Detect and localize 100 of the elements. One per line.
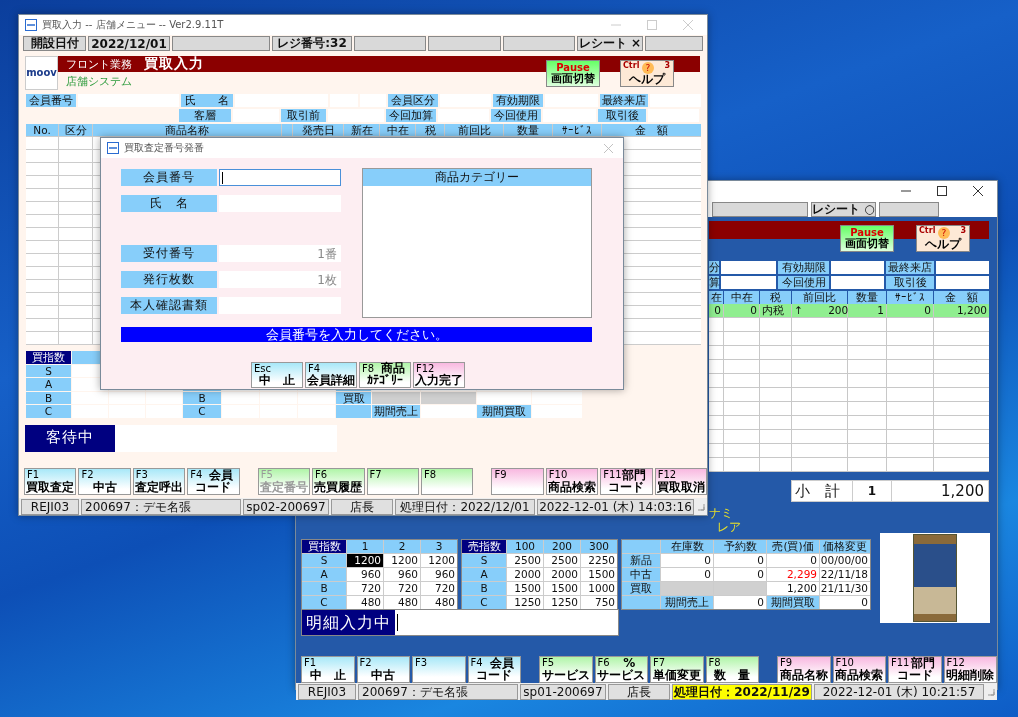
function-key-button[interactable]: F8 [420,467,474,495]
screen-switch-button[interactable]: Pause 画面切替 [840,225,894,252]
row-label [622,596,660,609]
function-key-button[interactable]: F1 中 止 [301,656,355,683]
table-cell [760,416,791,429]
input-field[interactable] [936,261,989,274]
table-cell [760,318,791,331]
column-header: 税 [760,291,791,304]
resize-grip-icon[interactable] [986,687,995,696]
column-header: 税 [416,124,444,136]
function-key-button[interactable]: F1 買取査定 [24,467,77,495]
function-key-button[interactable]: F9 [491,467,544,495]
table-cell [26,137,58,149]
status-bar-field: REJI03 [21,498,79,515]
input-field[interactable] [831,276,884,289]
table-cell [336,405,371,418]
column-header: 中在 [380,124,415,136]
input-field[interactable] [831,261,884,274]
function-key-button[interactable]: F11部門 コード [600,467,653,495]
column-header: 在庫数 [661,540,713,553]
function-key-button[interactable]: F7 [366,467,419,495]
category-list[interactable]: 商品カテゴリー [362,168,592,318]
close-icon[interactable] [973,186,983,196]
column-header: ｻｰﾋﾞｽ [553,124,601,136]
function-key-button[interactable]: F8 数 量 [705,656,759,683]
table-row[interactable]: 0 0 内税 ↑ 200 1 0 1,200 [709,304,989,318]
function-key-button[interactable]: F2 中古 [356,656,410,683]
grade-label: B [302,582,346,595]
function-key-button[interactable]: Esc 中 止 [251,362,303,388]
screen-switch-button[interactable]: Pause 画面切替 [546,60,600,87]
help-button[interactable]: Ctrl 3 ? ヘルプ [916,225,970,252]
table-cell: 2500 [507,554,543,567]
table-cell[interactable]: 960 [384,568,420,581]
status-panel: 開設日付 [23,36,86,51]
field-label: 有効期限 [493,94,543,107]
table-cell[interactable]: 480 [421,596,457,609]
table-cell[interactable]: 720 [347,582,383,595]
field-label: 分 [709,261,719,274]
table-cell[interactable]: 720 [421,582,457,595]
function-key-button[interactable]: F6 売買履歴 [312,467,365,495]
function-key-button[interactable]: F12 買取取消 [654,467,708,495]
table-cell [848,458,886,471]
table-cell [26,163,58,175]
table-cell: 2000 [507,568,543,581]
table-cell[interactable]: 720 [384,582,420,595]
function-key-button[interactable]: F5 サービス [539,656,593,683]
input-field[interactable] [721,276,776,289]
table-cell [887,402,933,415]
table-cell[interactable]: 1200 [384,554,420,567]
table-cell[interactable]: 480 [384,596,420,609]
table-cell [146,405,182,418]
row-label: 買取 [336,391,371,405]
function-key-button[interactable]: F3 査定呼出 [132,467,186,495]
input-field[interactable] [936,276,989,289]
table-cell: 0 [714,554,766,567]
table-cell: 21/11/30 [820,582,870,595]
function-key-button[interactable]: F11部門 コード [888,656,942,683]
function-key-button[interactable]: F2 中古 [78,467,131,495]
subtotal-quantity: 1 [852,481,892,501]
status-panel: レジ番号:32 [272,36,352,51]
column-header: 3 [421,540,457,553]
table-cell[interactable]: 960 [347,568,383,581]
column-header: 1 [347,540,383,553]
table-cell: 0 [820,596,870,609]
input-field[interactable] [721,261,776,274]
table-cell[interactable]: 1200 [421,554,457,567]
table-cell[interactable]: 480 [347,596,383,609]
function-key-button[interactable]: F12 入力完了 [413,362,465,388]
function-key-button[interactable]: F4 会員 コード [467,656,521,683]
field-label: 今回使用 [778,276,829,289]
function-key-button[interactable]: F7 単価変更 [650,656,704,683]
resize-grip-icon[interactable] [696,502,705,511]
table-cell [934,388,989,401]
function-key-button[interactable]: F4 会員 コード [187,467,240,495]
help-button[interactable]: Ctrl 3 ? ヘルプ [620,60,674,87]
table-cell [792,402,847,415]
input-field[interactable] [219,169,341,186]
function-key-button[interactable]: F3 [412,656,466,683]
function-key-button[interactable]: F10 商品検索 [545,467,599,495]
function-key-button[interactable]: F10 商品検索 [832,656,886,683]
table-cell [709,416,723,429]
status-bar-field: 店長 [608,683,670,700]
function-key-button[interactable]: F8 商品 ｶﾃｺﾞﾘｰ [359,362,411,388]
function-key-button[interactable]: F9 商品名称 [777,656,831,683]
table-cell[interactable]: 1200 [347,554,383,567]
input-field[interactable]: 1枚 [219,271,341,288]
column-header: 100 [507,540,543,553]
input-field[interactable]: 1番 [219,245,341,262]
maximize-icon[interactable] [937,186,947,196]
function-key-button[interactable]: F12 明細削除 [943,656,997,683]
table-cell [714,582,766,595]
table-cell [724,374,759,387]
function-key-button[interactable]: F4 会員詳細 [305,362,357,388]
table-cell [848,318,886,331]
table-cell[interactable]: 960 [421,568,457,581]
field-label: 会員区分 [388,94,438,107]
table-cell: 00/00/00 [820,554,870,567]
field-label: 取引後 [598,109,646,122]
table-cell: 1,200 [934,304,989,317]
function-key-button[interactable]: F6 % サービス [594,656,648,683]
